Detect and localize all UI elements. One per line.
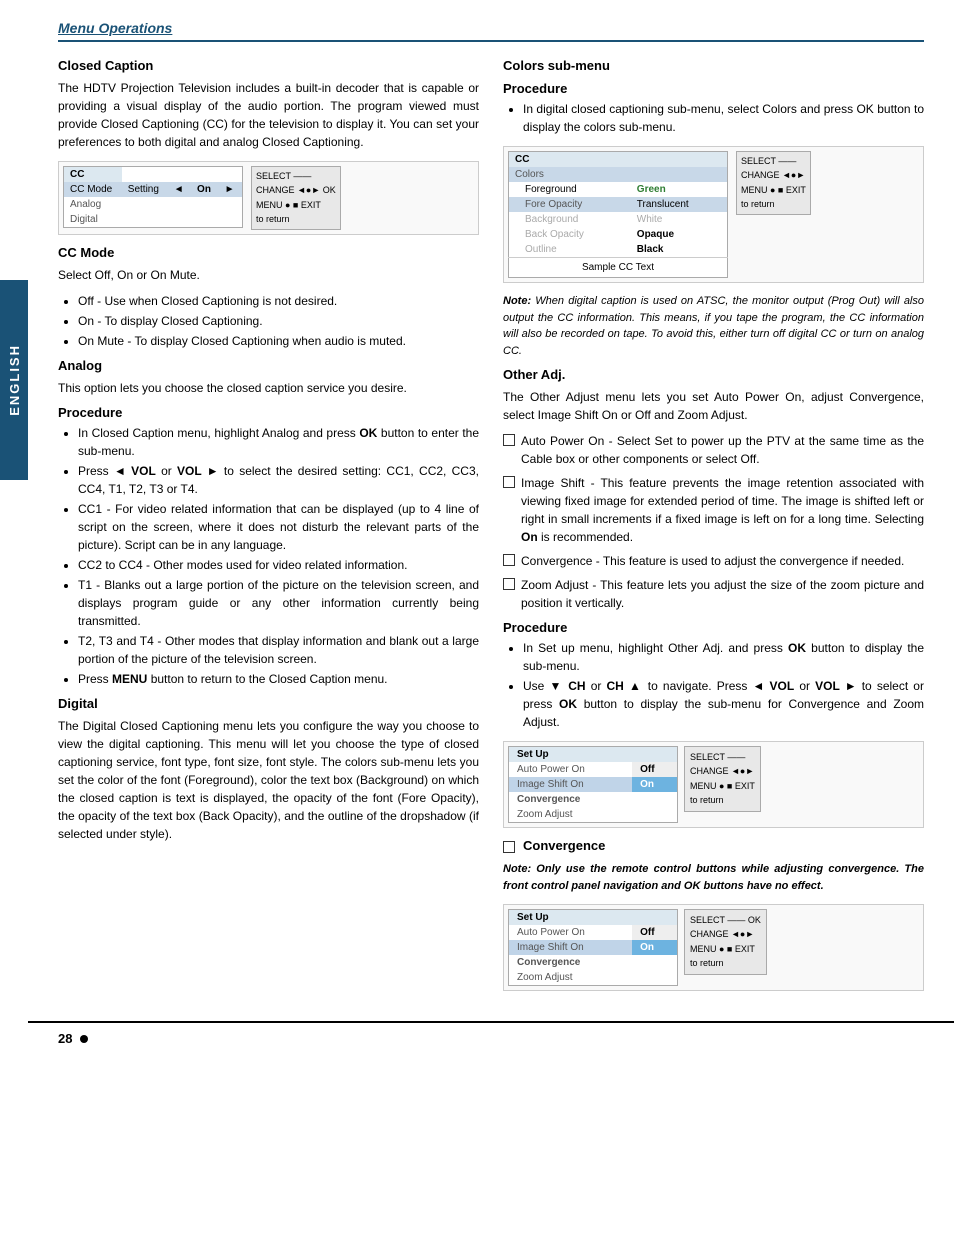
page-title: Menu Operations xyxy=(58,20,172,36)
setting-cell: Setting xyxy=(122,182,168,197)
list-item: CC1 - For video related information that… xyxy=(78,500,479,554)
checkbox-icon xyxy=(503,578,515,590)
procedure1-list: In Closed Caption menu, highlight Analog… xyxy=(78,424,479,688)
footer-dot xyxy=(80,1035,88,1043)
checkbox-icon xyxy=(503,476,515,488)
digital-heading: Digital xyxy=(58,696,479,711)
cc-menu-table: CC CC Mode Setting ◄ On ► Analog xyxy=(63,166,243,228)
checkbox-item-convergence1: Convergence - This feature is used to ad… xyxy=(503,552,924,570)
checkbox-icon xyxy=(503,434,515,446)
setup-table1: Set Up Auto Power On Off Image Shift On … xyxy=(508,746,678,823)
cc-mode-body: Select Off, On or On Mute. xyxy=(58,266,479,284)
analog-body: This option lets you choose the closed c… xyxy=(58,379,479,397)
list-item: In Closed Caption menu, highlight Analog… xyxy=(78,424,479,460)
analog-heading: Analog xyxy=(58,358,479,373)
setup-menu2-diagram: Set Up Auto Power On Off Image Shift On … xyxy=(503,904,924,991)
cc-label: CC xyxy=(64,167,122,183)
convergence-heading: Convergence xyxy=(523,838,605,853)
other-adj-body: The Other Adjust menu lets you set Auto … xyxy=(503,388,924,424)
procedure-colors-heading: Procedure xyxy=(503,81,924,96)
setup-table2: Set Up Auto Power On Off Image Shift On … xyxy=(508,909,678,986)
setup-menu1-diagram: Set Up Auto Power On Off Image Shift On … xyxy=(503,741,924,828)
list-item: CC2 to CC4 - Other modes used for video … xyxy=(78,556,479,574)
checkbox-icon xyxy=(503,554,515,566)
colors-select-box: SELECT —— CHANGE ◄●► MENU ● ■ EXIT to re… xyxy=(736,151,811,215)
note1-text: When digital caption is used on ATSC, th… xyxy=(503,295,924,357)
list-item: In digital closed captioning sub-menu, s… xyxy=(523,100,924,136)
procedure2-heading: Procedure xyxy=(503,620,924,635)
convergence-checkbox xyxy=(503,841,515,853)
digital-cell: Digital xyxy=(64,212,122,228)
list-item: In Set up menu, highlight Other Adj. and… xyxy=(523,639,924,675)
cc-mode-cell: CC Mode xyxy=(64,182,122,197)
list-item: T2, T3 and T4 - Other modes that display… xyxy=(78,632,479,668)
closed-caption-body: The HDTV Projection Television includes … xyxy=(58,79,479,151)
setup-select-panel1: SELECT —— CHANGE ◄●► MENU ● ■ EXIT to re… xyxy=(684,746,761,812)
list-item: T1 - Blanks out a large portion of the p… xyxy=(78,576,479,630)
page-number: 28 xyxy=(58,1031,72,1046)
convergence1-text: Convergence - This feature is used to ad… xyxy=(521,552,904,570)
convergence-note-label: Note: xyxy=(503,863,531,875)
cc-menu-diagram: CC CC Mode Setting ◄ On ► Analog xyxy=(58,161,479,235)
list-item: On Mute - To display Closed Captioning w… xyxy=(78,332,479,350)
page-footer: 28 xyxy=(28,1021,954,1054)
convergence-note-text: Only use the remote control buttons whil… xyxy=(503,863,924,892)
list-item: On - To display Closed Captioning. xyxy=(78,312,479,330)
page-header: Menu Operations xyxy=(58,20,924,42)
colors-table: CC Colors Foreground Green Fore Opacity xyxy=(508,151,728,278)
right-column: Colors sub-menu Procedure In digital clo… xyxy=(503,58,924,1001)
cc-select-box: SELECT —— CHANGE ◄●► OK MENU ● ■ EXIT to… xyxy=(251,166,341,230)
main-content: Menu Operations Closed Caption The HDTV … xyxy=(28,0,954,1021)
checkbox-item-zoomadjust: Zoom Adjust - This feature lets you adju… xyxy=(503,576,924,612)
side-tab-label: ENGLISH xyxy=(7,344,22,416)
digital-body: The Digital Closed Captioning menu lets … xyxy=(58,717,479,843)
cc-mode-heading: CC Mode xyxy=(58,245,479,260)
side-tab: ENGLISH xyxy=(0,280,28,480)
imageshift-text: Image Shift - This feature prevents the … xyxy=(521,474,924,546)
list-item: Press MENU button to return to the Close… xyxy=(78,670,479,688)
list-item: Use ▼ CH or CH ▲ to navigate. Press ◄ VO… xyxy=(523,677,924,731)
zoomadjust-text: Zoom Adjust - This feature lets you adju… xyxy=(521,576,924,612)
left-column: Closed Caption The HDTV Projection Telev… xyxy=(58,58,479,1001)
list-item: Press ◄ VOL or VOL ► to select the desir… xyxy=(78,462,479,498)
convergence-section: Convergence xyxy=(503,838,924,853)
other-adj-heading: Other Adj. xyxy=(503,367,924,382)
note1-label: Note: xyxy=(503,295,531,307)
convergence-note: Note: Only use the remote control button… xyxy=(503,861,924,894)
list-item: Off - Use when Closed Captioning is not … xyxy=(78,292,479,310)
analog-cell: Analog xyxy=(64,197,122,212)
checkbox-item-autopower: Auto Power On - Select Set to power up t… xyxy=(503,432,924,468)
colors-submenu-heading: Colors sub-menu xyxy=(503,58,924,73)
setup-select-panel2: SELECT —— OK CHANGE ◄●► MENU ● ■ EXIT to… xyxy=(684,909,767,975)
note1: Note: When digital caption is used on AT… xyxy=(503,293,924,359)
colors-menu-diagram: CC Colors Foreground Green Fore Opacity xyxy=(503,146,924,283)
autopower-text: Auto Power On - Select Set to power up t… xyxy=(521,432,924,468)
cc-mode-list: Off - Use when Closed Captioning is not … xyxy=(78,292,479,350)
closed-caption-heading: Closed Caption xyxy=(58,58,479,73)
two-col-layout: Closed Caption The HDTV Projection Telev… xyxy=(58,58,924,1001)
procedure1-heading: Procedure xyxy=(58,405,479,420)
procedure2-list: In Set up menu, highlight Other Adj. and… xyxy=(523,639,924,731)
checkbox-item-imageshift: Image Shift - This feature prevents the … xyxy=(503,474,924,546)
colors-procedure-list: In digital closed captioning sub-menu, s… xyxy=(523,100,924,136)
on-cell: On xyxy=(191,182,219,197)
